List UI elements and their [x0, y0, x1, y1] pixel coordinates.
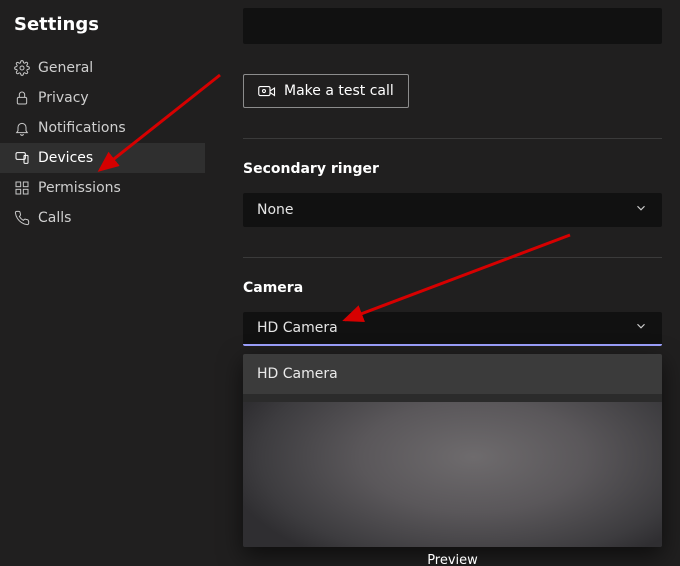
divider	[243, 138, 662, 139]
secondary-ringer-dropdown[interactable]: None	[243, 193, 662, 227]
test-call-label: Make a test call	[284, 83, 394, 99]
page-title: Settings	[0, 6, 205, 53]
sidebar-item-calls[interactable]: Calls	[0, 203, 205, 233]
sidebar-item-notifications[interactable]: Notifications	[0, 113, 205, 143]
camera-value: HD Camera	[257, 320, 338, 336]
sidebar-item-general[interactable]: General	[0, 53, 205, 83]
sidebar-item-label: Permissions	[36, 180, 121, 196]
main-content: Make a test call Secondary ringer None C…	[205, 0, 680, 566]
sidebar-item-label: General	[36, 60, 93, 76]
speaker-dropdown[interactable]	[243, 8, 662, 44]
sidebar-item-devices[interactable]: Devices	[0, 143, 205, 173]
divider	[243, 257, 662, 258]
sidebar: Settings General Privacy Notifications D…	[0, 0, 205, 566]
camera-option[interactable]: HD Camera	[243, 354, 662, 394]
camera-dropdown[interactable]: HD Camera	[243, 312, 662, 346]
camera-preview	[243, 402, 662, 547]
permissions-icon	[14, 179, 36, 197]
sidebar-item-privacy[interactable]: Privacy	[0, 83, 205, 113]
test-call-icon	[258, 84, 276, 98]
sidebar-item-label: Notifications	[36, 120, 126, 136]
devices-icon	[14, 149, 36, 167]
sidebar-item-permissions[interactable]: Permissions	[0, 173, 205, 203]
chevron-down-icon	[634, 201, 648, 219]
make-test-call-button[interactable]: Make a test call	[243, 74, 409, 108]
phone-icon	[14, 209, 36, 227]
sidebar-item-label: Calls	[36, 210, 71, 226]
sidebar-item-label: Privacy	[36, 90, 89, 106]
secondary-ringer-label: Secondary ringer	[243, 161, 662, 177]
camera-preview-label: Preview	[243, 553, 662, 566]
bell-icon	[14, 119, 36, 137]
sidebar-item-label: Devices	[36, 150, 93, 166]
chevron-down-icon	[634, 319, 648, 337]
lock-icon	[14, 89, 36, 107]
secondary-ringer-value: None	[257, 202, 294, 218]
camera-label: Camera	[243, 280, 662, 296]
camera-dropdown-panel: HD Camera	[243, 354, 662, 547]
gear-icon	[14, 59, 36, 77]
